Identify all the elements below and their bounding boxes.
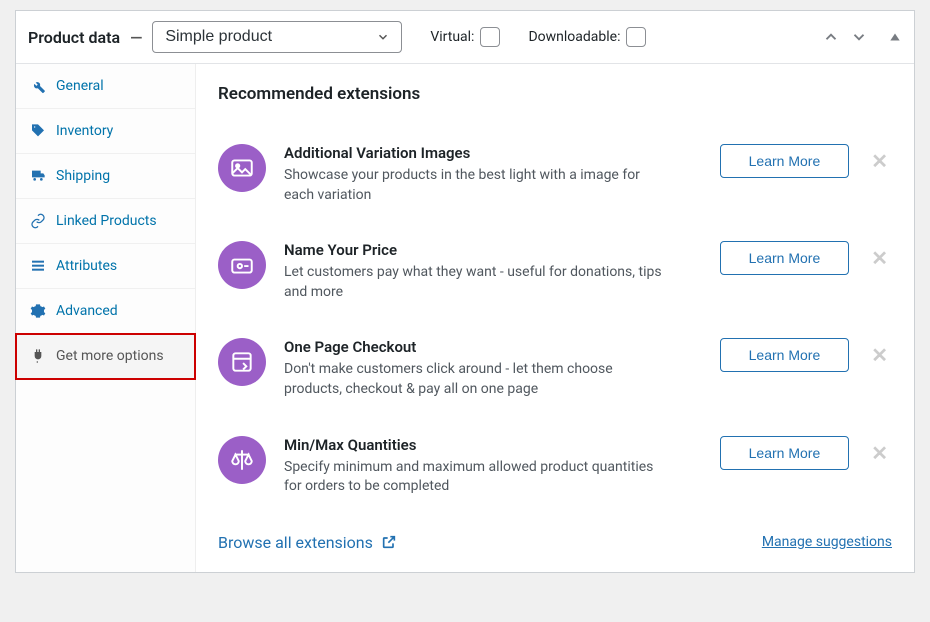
collapse-button[interactable] [888, 30, 902, 44]
learn-more-button[interactable]: Learn More [720, 144, 850, 178]
learn-more-button[interactable]: Learn More [720, 436, 850, 470]
header-controls [822, 28, 902, 46]
external-link-icon [381, 534, 397, 550]
browse-all-extensions-link[interactable]: Browse all extensions [218, 533, 397, 552]
virtual-group: Virtual: [430, 27, 500, 47]
extension-title: Additional Variation Images [284, 144, 702, 162]
panel-header: Product data — Simple product Virtual: D… [16, 11, 914, 64]
extension-row: One Page Checkout Don't make customers c… [218, 320, 892, 417]
dismiss-button[interactable]: ✕ [867, 149, 892, 173]
extension-actions: Learn More ✕ [720, 241, 892, 275]
sidebar-item-shipping[interactable]: Shipping [16, 154, 195, 199]
sidebar-item-label: Shipping [56, 168, 110, 184]
link-icon [30, 213, 46, 229]
virtual-label: Virtual: [430, 29, 474, 45]
sidebar-item-label: Get more options [56, 348, 164, 364]
product-type-value: Simple product [165, 28, 272, 45]
wrench-icon [30, 78, 46, 94]
product-data-panel: Product data — Simple product Virtual: D… [15, 10, 915, 573]
extension-title: Min/Max Quantities [284, 436, 702, 454]
price-icon [218, 241, 266, 289]
sidebar-item-advanced[interactable]: Advanced [16, 289, 195, 334]
extension-row: Name Your Price Let customers pay what t… [218, 223, 892, 320]
downloadable-group: Downloadable: [528, 27, 646, 47]
extension-info: Name Your Price Let customers pay what t… [284, 241, 702, 302]
move-down-button[interactable] [850, 28, 868, 46]
sidebar-item-linked-products[interactable]: Linked Products [16, 199, 195, 244]
sidebar-item-inventory[interactable]: Inventory [16, 109, 195, 154]
sidebar-item-attributes[interactable]: Attributes [16, 244, 195, 289]
learn-more-button[interactable]: Learn More [720, 241, 850, 275]
sidebar-item-label: General [56, 78, 104, 94]
panel-body: General Inventory Shipping Linked Produc… [16, 64, 914, 572]
image-icon [218, 144, 266, 192]
sidebar-item-label: Attributes [56, 258, 117, 274]
extension-row: Min/Max Quantities Specify minimum and m… [218, 418, 892, 515]
sidebar-item-general[interactable]: General [16, 64, 195, 109]
list-icon [30, 258, 46, 274]
learn-more-button[interactable]: Learn More [720, 338, 850, 372]
footer-links: Browse all extensions Manage suggestions [218, 515, 892, 552]
truck-icon [30, 168, 46, 184]
panel-title: Product data [28, 28, 120, 47]
plug-icon [30, 348, 46, 364]
scale-icon [218, 436, 266, 484]
product-type-select-wrap: Simple product [152, 21, 402, 53]
extension-actions: Learn More ✕ [720, 436, 892, 470]
extension-row: Additional Variation Images Showcase you… [218, 126, 892, 223]
extension-desc: Specify minimum and maximum allowed prod… [284, 458, 664, 497]
dismiss-button[interactable]: ✕ [867, 343, 892, 367]
browse-label: Browse all extensions [218, 533, 373, 552]
product-type-select[interactable]: Simple product [152, 21, 402, 53]
section-title: Recommended extensions [218, 84, 892, 104]
sidebar: General Inventory Shipping Linked Produc… [16, 64, 196, 572]
extension-title: One Page Checkout [284, 338, 702, 356]
dismiss-button[interactable]: ✕ [867, 246, 892, 270]
extension-desc: Don't make customers click around - let … [284, 360, 664, 399]
manage-suggestions-link[interactable]: Manage suggestions [762, 534, 892, 550]
content-area: Recommended extensions Additional Variat… [196, 64, 914, 572]
extension-desc: Let customers pay what they want - usefu… [284, 263, 664, 302]
downloadable-checkbox[interactable] [626, 27, 646, 47]
downloadable-label: Downloadable: [528, 29, 620, 45]
virtual-checkbox[interactable] [480, 27, 500, 47]
extension-title: Name Your Price [284, 241, 702, 259]
page-icon [218, 338, 266, 386]
sidebar-item-get-more-options[interactable]: Get more options [16, 334, 195, 379]
gear-icon [30, 303, 46, 319]
sidebar-item-label: Linked Products [56, 213, 157, 229]
extension-actions: Learn More ✕ [720, 144, 892, 178]
extension-desc: Showcase your products in the best light… [284, 166, 664, 205]
title-dash: — [130, 28, 142, 47]
sidebar-item-label: Advanced [56, 303, 118, 319]
extension-info: Additional Variation Images Showcase you… [284, 144, 702, 205]
extension-info: One Page Checkout Don't make customers c… [284, 338, 702, 399]
tag-icon [30, 123, 46, 139]
dismiss-button[interactable]: ✕ [867, 441, 892, 465]
extension-info: Min/Max Quantities Specify minimum and m… [284, 436, 702, 497]
extension-actions: Learn More ✕ [720, 338, 892, 372]
move-up-button[interactable] [822, 28, 840, 46]
sidebar-item-label: Inventory [56, 123, 113, 139]
